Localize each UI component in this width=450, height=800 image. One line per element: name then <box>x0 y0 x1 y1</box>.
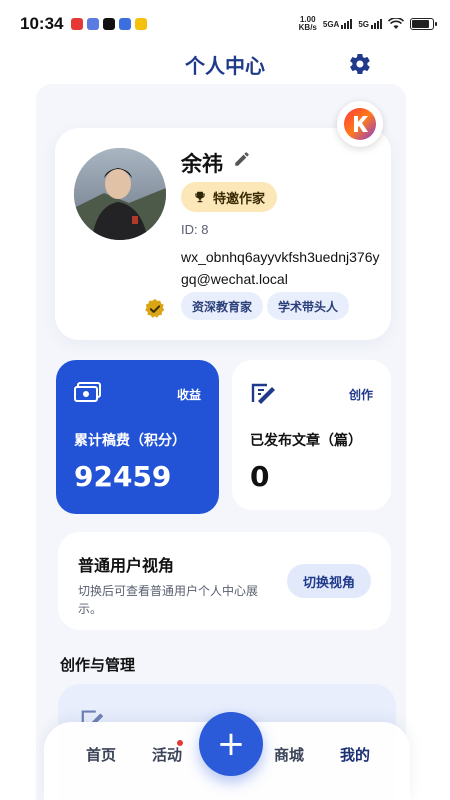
app-notification-icon <box>87 18 100 30</box>
articles-card[interactable]: 创作 已发布文章（篇） 0 <box>232 360 391 510</box>
status-bar: 10:34 1.00 KB/s 5GA 5G <box>0 0 450 48</box>
role-badge: 特邀作家 <box>181 182 278 212</box>
user-email: wx_obnhq6ayyvkfsh3uednj376ygq@wechat.loc… <box>181 249 380 287</box>
tiktok-icon <box>103 18 116 30</box>
app-notification-icon <box>135 18 148 30</box>
net-speed-unit: KB/s <box>298 23 317 32</box>
gear-icon <box>350 53 370 75</box>
signal-sim1: 5GA <box>322 19 353 29</box>
perspective-description: 切换后可查看普通用户个人中心展示。 <box>78 584 259 616</box>
profile-tag: 学术带头人 <box>267 292 350 320</box>
plus-icon: + <box>216 724 246 764</box>
signal-sim2: 5G <box>358 19 382 29</box>
nav-mine[interactable]: 我的 <box>340 744 370 765</box>
section-title: 创作与管理 <box>60 656 136 674</box>
notification-dot <box>177 740 183 746</box>
wifi-icon <box>388 18 404 29</box>
k-logo-icon <box>344 108 376 140</box>
perspective-card: 普通用户视角 切换后可查看普通用户个人中心展示。 切换视角 <box>58 532 391 630</box>
status-right: 1.00 KB/s 5GA 5G <box>299 16 437 32</box>
signal-icon <box>371 19 382 29</box>
role-badge-label: 特邀作家 <box>213 191 266 207</box>
earnings-value: 92459 <box>74 460 172 493</box>
articles-tag: 创作 <box>348 388 373 402</box>
page-header: 个人中心 <box>0 48 450 82</box>
status-time: 10:34 <box>20 14 64 33</box>
app-notification-icon <box>71 18 84 30</box>
message-icon <box>119 18 132 30</box>
switch-view-button[interactable]: 切换视角 <box>286 564 371 598</box>
battery-level <box>412 20 429 28</box>
page-title: 个人中心 <box>185 54 265 78</box>
avatar-image <box>74 148 166 240</box>
trophy-icon <box>195 191 205 203</box>
settings-button[interactable] <box>348 52 372 76</box>
create-button[interactable]: + <box>199 712 263 776</box>
nav-home[interactable]: 首页 <box>86 744 116 765</box>
articles-label: 已发布文章（篇） <box>250 433 362 449</box>
user-name: 余祎 <box>181 152 223 176</box>
user-id: ID: 8 <box>181 222 209 237</box>
profile-card: 余祎 特邀作家 ID: 8 wx_obnhq6ayyvkfsh3uednj376… <box>55 128 391 340</box>
sim1-label: 5GA <box>322 20 340 29</box>
nav-mall[interactable]: 商城 <box>274 744 304 765</box>
verified-badge-icon <box>145 298 165 318</box>
profile-tag: 资深教育家 <box>181 292 264 320</box>
notification-icons <box>71 18 148 30</box>
publish-icon <box>251 383 275 404</box>
earnings-tag: 收益 <box>176 388 201 402</box>
money-icon <box>74 382 101 402</box>
earnings-card[interactable]: 收益 累计稿费（积分） 92459 <box>56 360 219 514</box>
articles-value: 0 <box>250 460 270 493</box>
app-logo-badge[interactable] <box>337 101 383 147</box>
sim2-label: 5G <box>358 20 369 29</box>
pencil-icon[interactable] <box>233 150 251 168</box>
perspective-title: 普通用户视角 <box>78 556 175 575</box>
battery-icon <box>410 18 437 30</box>
avatar[interactable] <box>74 148 166 240</box>
earnings-label: 累计稿费（积分） <box>74 433 186 449</box>
nav-activity[interactable]: 活动 <box>152 744 182 765</box>
net-speed: 1.00 KB/s <box>299 16 317 32</box>
signal-icon <box>341 19 353 29</box>
